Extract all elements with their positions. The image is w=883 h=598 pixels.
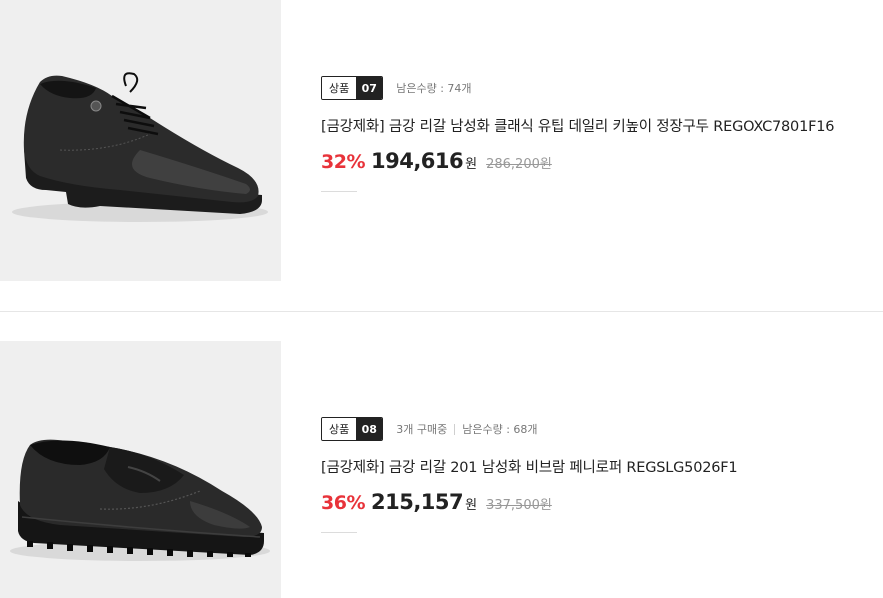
product-badge: 상품 07 [321, 76, 384, 100]
product-info: 상품 07 남은수량 : 74개 [금강제화] 금강 리갈 남성화 클래식 유팁… [321, 75, 881, 192]
discount-rate: 36% [321, 492, 365, 514]
original-price: 337,500원 [486, 494, 552, 513]
loafer-shoe-image [10, 439, 270, 561]
derby-shoe-image [12, 72, 268, 222]
original-price: 286,200원 [486, 153, 552, 172]
product-image[interactable] [0, 341, 281, 598]
original-price-value: 286,200 [486, 157, 540, 172]
sale-price: 215,157 [370, 490, 464, 514]
currency-unit: 원 [465, 157, 478, 172]
original-price-value: 337,500 [486, 498, 540, 513]
stock-remaining: 남은수량 : 68개 [462, 423, 538, 436]
price-row: 36% 215,157 원 337,500원 [321, 490, 881, 514]
product-badge: 상품 08 [321, 417, 384, 441]
currency-unit: 원 [465, 498, 478, 513]
product-title[interactable]: [금강제화] 금강 리갈 201 남성화 비브람 페니로퍼 REGSLG5026… [321, 456, 881, 477]
original-currency-unit: 원 [539, 157, 552, 172]
product-card[interactable]: 상품 07 남은수량 : 74개 [금강제화] 금강 리갈 남성화 클래식 유팁… [0, 0, 883, 281]
badge-number: 07 [356, 77, 383, 99]
badge-label: 상품 [322, 77, 357, 99]
product-image[interactable] [0, 0, 281, 281]
product-title[interactable]: [금강제화] 금강 리갈 남성화 클래식 유팁 데일리 키높이 정장구두 REG… [321, 115, 881, 136]
product-card[interactable]: 상품 08 3개 구매중 남은수량 : 68개 [금강제화] 금강 리갈 201… [0, 341, 883, 598]
original-currency-unit: 원 [539, 498, 552, 513]
buying-count: 3개 구매중 [396, 423, 448, 436]
discount-rate: 32% [321, 151, 365, 173]
sale-price: 194,616 [370, 149, 464, 173]
price-row: 32% 194,616 원 286,200원 [321, 149, 881, 173]
badge-number: 08 [356, 418, 383, 440]
divider [0, 311, 883, 312]
short-divider [321, 532, 357, 533]
short-divider [321, 191, 357, 192]
product-meta: 상품 07 남은수량 : 74개 [321, 75, 881, 101]
product-meta: 상품 08 3개 구매중 남은수량 : 68개 [321, 416, 881, 442]
product-list: 상품 07 남은수량 : 74개 [금강제화] 금강 리갈 남성화 클래식 유팁… [0, 0, 883, 598]
meta-separator [454, 423, 456, 435]
stock-remaining: 남은수량 : 74개 [396, 82, 472, 95]
badge-label: 상품 [322, 418, 357, 440]
product-info: 상품 08 3개 구매중 남은수량 : 68개 [금강제화] 금강 리갈 201… [321, 416, 881, 533]
